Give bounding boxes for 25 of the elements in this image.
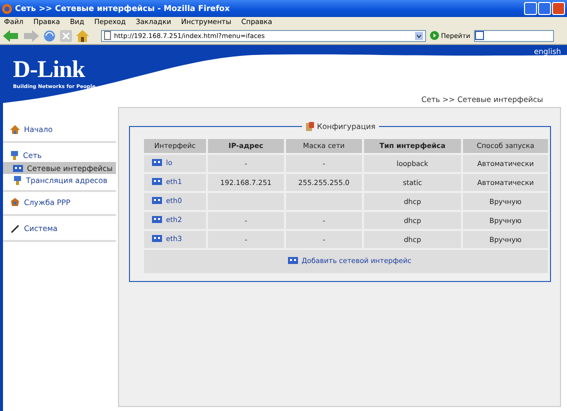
config-icon	[306, 122, 314, 131]
search-engine-icon	[475, 30, 484, 40]
search-field[interactable]	[474, 30, 554, 42]
back-arrow-icon[interactable]	[3, 30, 19, 42]
window-title: Сеть >> Сетевые интерфейсы - Mozilla Firefox	[15, 4, 231, 13]
minimize-button[interactable]	[524, 2, 537, 15]
network-card-icon	[152, 235, 162, 242]
dropdown-icon[interactable]	[415, 32, 423, 40]
reload-icon[interactable]	[43, 30, 56, 42]
go-icon	[430, 31, 439, 40]
network-card-icon	[152, 197, 162, 204]
home-icon[interactable]	[76, 30, 89, 42]
home-icon	[10, 125, 20, 134]
network-card-icon	[152, 216, 162, 224]
network-card-icon	[288, 257, 298, 264]
app-icon	[2, 4, 12, 14]
network-card-icon	[152, 159, 162, 166]
network-card-icon	[13, 164, 23, 172]
maximize-button[interactable]	[538, 2, 551, 15]
network-icon	[13, 176, 22, 184]
page-icon	[104, 31, 111, 40]
logo: D-Link	[13, 57, 85, 84]
close-button[interactable]	[552, 2, 565, 15]
network-card-icon	[152, 178, 162, 186]
network-icon	[10, 151, 19, 160]
